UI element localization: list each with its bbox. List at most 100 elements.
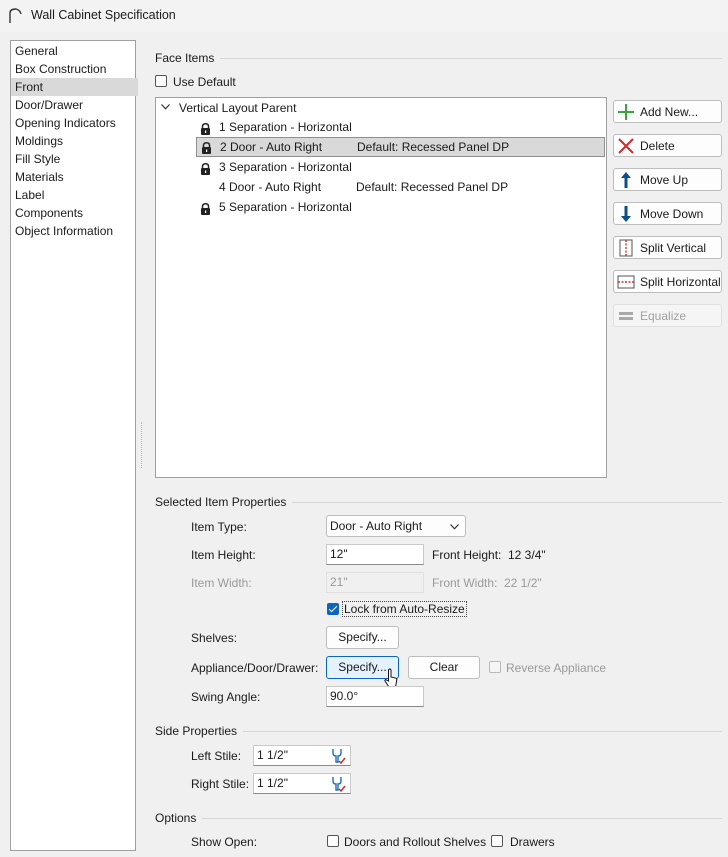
tree-item[interactable]: 4 Door - Auto Right Default: Recessed Pan… — [196, 177, 605, 197]
tree-item-label: 1 Separation - Horizontal — [219, 120, 352, 134]
category-item-components[interactable]: Components — [14, 204, 133, 222]
options-label: Options — [155, 811, 203, 825]
doors-rollout-checkbox[interactable] — [327, 835, 339, 847]
use-default-box[interactable] — [155, 75, 167, 87]
category-item-moldings[interactable]: Moldings — [14, 132, 133, 150]
front-height-label: Front Height: — [432, 548, 502, 562]
chevron-down-icon[interactable] — [161, 104, 170, 110]
category-item-general[interactable]: General — [14, 42, 133, 60]
tree-item-detail: Default: Recessed Panel DP — [356, 180, 509, 194]
lock-icon — [200, 121, 211, 135]
window-title: Wall Cabinet Specification — [31, 8, 176, 22]
item-height-field[interactable]: 12" — [326, 544, 424, 565]
tree-item[interactable]: 1 Separation - Horizontal — [196, 117, 605, 137]
button-label: Split Horizontal — [640, 275, 721, 289]
lock-icon — [201, 141, 212, 154]
split-horizontal-icon — [617, 273, 635, 291]
category-list[interactable]: General Box Construction Front Door/Drawer O… — [10, 40, 138, 851]
category-item-fill-style[interactable]: Fill Style — [14, 150, 133, 168]
equalize-button: Equalize — [613, 304, 722, 327]
swing-angle-field[interactable]: 90.0° — [326, 686, 424, 707]
tree-item[interactable]: 2 Door - Auto Right Default: Recessed Pan… — [196, 137, 605, 157]
button-label: Equalize — [640, 309, 687, 323]
arrow-down-icon — [617, 205, 635, 223]
front-width-label: Front Width: — [432, 576, 498, 590]
use-default-label: Use Default — [173, 75, 236, 89]
tree-item-label: 2 Door - Auto Right — [220, 140, 323, 154]
right-stile-label: Right Stile: — [191, 777, 250, 791]
arrow-up-icon — [617, 171, 635, 189]
lock-icon — [200, 161, 211, 175]
move-down-button[interactable]: Move Down — [613, 202, 722, 225]
left-stile-value: 1 1/2" — [257, 748, 288, 762]
x-icon — [617, 137, 635, 155]
tree-item-label: 5 Separation - Horizontal — [219, 200, 352, 214]
split-horizontal-button[interactable]: Split Horizontal — [613, 270, 722, 293]
tree-item-label: 3 Separation - Horizontal — [219, 160, 352, 174]
item-height-label: Item Height: — [191, 548, 256, 562]
clear-button[interactable]: Clear — [408, 656, 480, 679]
split-vertical-icon — [617, 239, 635, 257]
category-item-object-information[interactable]: Object Information — [14, 222, 133, 240]
category-item-label[interactable]: Label — [14, 186, 133, 204]
move-up-button[interactable]: Move Up — [613, 168, 722, 191]
wrench-edit-icon[interactable] — [330, 748, 346, 764]
split-vertical-button[interactable]: Split Vertical — [613, 236, 722, 259]
appliance-label: Appliance/Door/Drawer: — [191, 661, 319, 675]
front-height-value: 12 3/4" — [508, 548, 546, 562]
drawers-checkbox[interactable] — [491, 835, 503, 847]
chevron-down-icon — [450, 524, 459, 530]
doors-rollout-label: Doors and Rollout Shelves — [344, 835, 487, 849]
lock-auto-resize-checkbox[interactable] — [327, 603, 339, 615]
item-type-select[interactable]: Door - Auto Right — [326, 515, 466, 537]
delete-button[interactable]: Delete — [613, 134, 722, 157]
category-item-opening-indicators[interactable]: Opening Indicators — [14, 114, 133, 132]
front-width-value: 22 1/2" — [504, 576, 542, 590]
right-stile-field[interactable]: 1 1/2" — [253, 773, 351, 794]
item-width-field: 21" — [326, 572, 424, 593]
category-item-front[interactable]: Front — [11, 78, 138, 96]
category-item-materials[interactable]: Materials — [14, 168, 133, 186]
left-stile-field[interactable]: 1 1/2" — [253, 745, 351, 766]
title-bar: Wall Cabinet Specification — [0, 0, 728, 32]
category-item-door-drawer[interactable]: Door/Drawer — [14, 96, 133, 114]
tree-item-label: 4 Door - Auto Right — [219, 180, 322, 194]
face-items-divider — [155, 58, 722, 59]
tree-item[interactable]: 3 Separation - Horizontal — [196, 157, 605, 177]
use-default-checkbox[interactable] — [155, 75, 167, 87]
lock-auto-resize-label: Lock from Auto-Resize — [342, 601, 467, 617]
tree-item-detail: Default: Recessed Panel DP — [357, 140, 510, 154]
left-stile-label: Left Stile: — [191, 749, 242, 763]
face-items-tree[interactable]: Vertical Layout Parent 1 Separation - Ho… — [155, 97, 607, 478]
reverse-appliance-label: Reverse Appliance — [506, 661, 607, 675]
lock-icon — [200, 201, 211, 215]
cabinet-app-icon — [9, 8, 22, 23]
shelves-label: Shelves: — [191, 631, 238, 645]
category-item-box-construction[interactable]: Box Construction — [14, 60, 133, 78]
splitter-grip[interactable] — [141, 422, 144, 468]
tree-parent-node[interactable]: Vertical Layout Parent — [179, 98, 296, 118]
button-label: Delete — [640, 139, 675, 153]
right-stile-value: 1 1/2" — [257, 776, 288, 790]
selected-item-label: Selected Item Properties — [155, 495, 293, 509]
options-divider — [155, 818, 722, 819]
button-label: Split Vertical — [640, 241, 707, 255]
button-label: Add New... — [640, 105, 699, 119]
equalize-icon — [617, 307, 635, 325]
tree-item[interactable]: 5 Separation - Horizontal — [196, 197, 605, 217]
item-type-label: Item Type: — [191, 520, 247, 534]
button-label: Move Down — [640, 207, 704, 221]
show-open-label: Show Open: — [191, 835, 258, 849]
add-new-button[interactable]: Add New... — [613, 100, 722, 123]
reverse-appliance-checkbox — [489, 661, 501, 673]
face-items-label: Face Items — [155, 51, 221, 65]
button-label: Move Up — [640, 173, 689, 187]
swing-angle-label: Swing Angle: — [191, 690, 261, 704]
side-properties-label: Side Properties — [155, 724, 244, 738]
shelves-specify-button[interactable]: Specify... — [326, 626, 399, 649]
drawers-label: Drawers — [510, 835, 555, 849]
item-width-label: Item Width: — [191, 576, 252, 590]
plus-icon — [617, 103, 635, 121]
wrench-edit-icon[interactable] — [330, 776, 346, 792]
item-type-value: Door - Auto Right — [330, 519, 423, 533]
